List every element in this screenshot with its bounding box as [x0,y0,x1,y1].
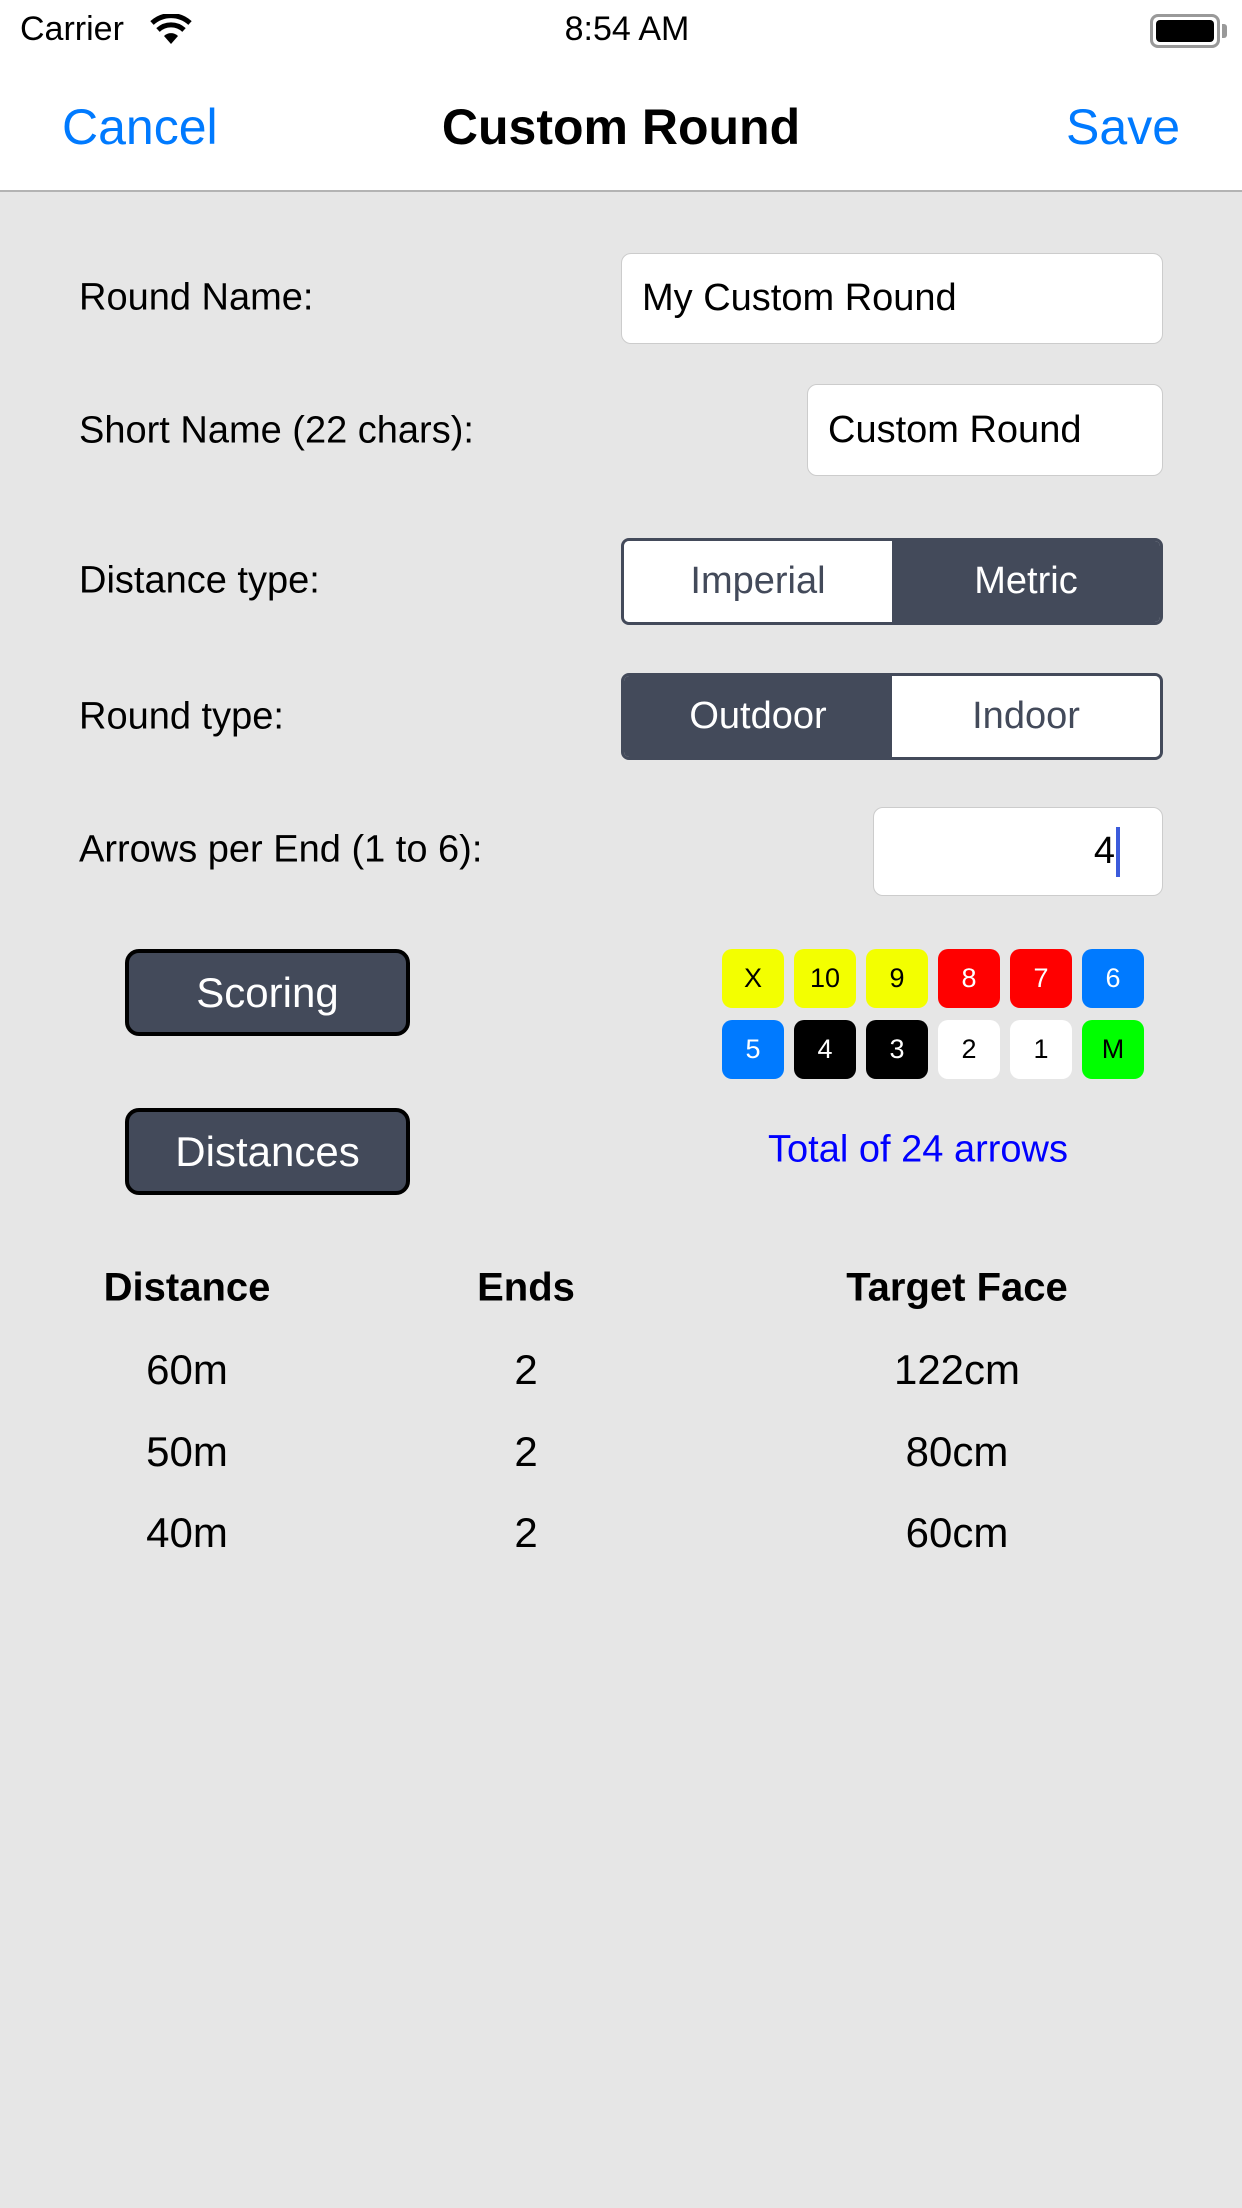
round-type-label: Round type: [79,695,284,738]
total-arrows-label: Total of 24 arrows [768,1128,1068,1171]
column-header: Distance [103,1265,271,1310]
scoring-button[interactable]: Scoring [125,949,410,1036]
score-cell: M [1082,1020,1144,1079]
table-cell: 2 [514,1428,538,1475]
table-cell: 60cm [905,1509,1009,1556]
score-cell: 3 [866,1020,928,1079]
score-cell: 7 [1010,949,1072,1008]
short-name-label: Short Name (22 chars): [79,409,474,452]
arrows-per-end-value: 4 [1093,830,1115,872]
save-button[interactable]: Save [1066,98,1180,156]
segment-indoor[interactable]: Indoor [892,676,1160,757]
column-header: Ends [477,1265,575,1310]
round-name-input[interactable]: My Custom Round [621,253,1163,344]
short-name-input[interactable]: Custom Round [807,384,1163,476]
table-cell: 50m [146,1428,228,1475]
cancel-button[interactable]: Cancel [62,98,218,156]
table-cell: 60m [146,1346,228,1393]
score-cell: 5 [722,1020,784,1079]
segment-outdoor[interactable]: Outdoor [624,676,892,757]
table-cell: 2 [514,1346,538,1393]
round-name-label: Round Name: [79,276,314,319]
distance-type-label: Distance type: [79,559,320,602]
score-cell: 4 [794,1020,856,1079]
table-cell: 80cm [905,1428,1009,1475]
score-cell: 8 [938,949,1000,1008]
time-label: 8:54 AM [564,10,690,48]
score-cell: 10 [794,949,856,1008]
distance-type-segmented: Imperial Metric [621,538,1163,625]
segment-imperial[interactable]: Imperial [624,541,892,622]
table-cell: 2 [514,1509,538,1556]
score-legend: X 10 9 8 7 6 5 4 3 2 1 M [722,949,1144,1079]
arrows-per-end-input[interactable]: 4 [873,807,1163,896]
score-cell: 9 [866,949,928,1008]
arrows-per-end-label: Arrows per End (1 to 6): [79,828,483,871]
score-cell: 2 [938,1020,1000,1079]
column-header: Target Face [846,1265,1068,1310]
score-cell: 6 [1082,949,1144,1008]
score-cell: 1 [1010,1020,1072,1079]
round-type-segmented: Outdoor Indoor [621,673,1163,760]
text-cursor [1116,826,1120,877]
table-cell: 40m [146,1509,228,1556]
table-cell: 122cm [893,1346,1021,1393]
distances-button[interactable]: Distances [125,1108,410,1195]
battery-icon [1150,14,1220,48]
segment-metric[interactable]: Metric [892,541,1160,622]
score-cell: X [722,949,784,1008]
